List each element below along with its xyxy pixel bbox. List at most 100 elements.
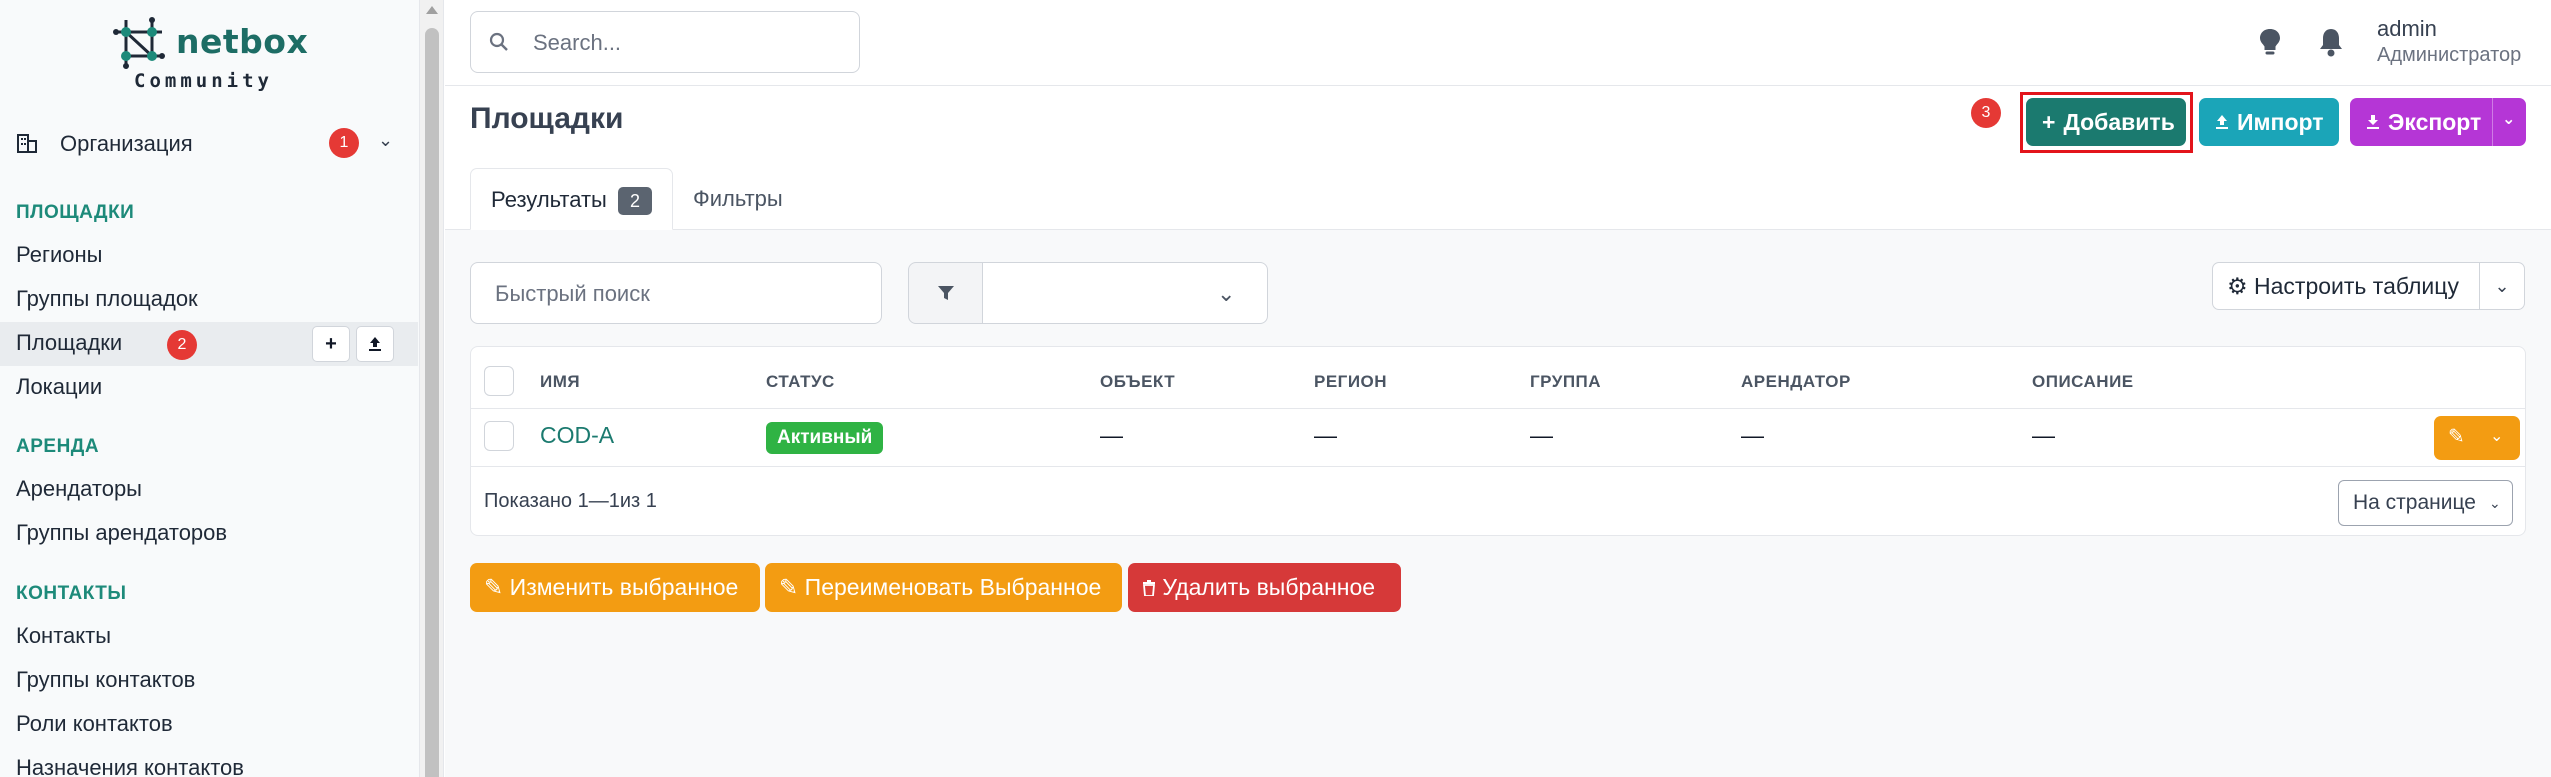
cell-object: —: [1100, 422, 1123, 448]
column-header-region[interactable]: РЕГИОН: [1314, 372, 1387, 392]
user-menu-name[interactable]: admin: [2377, 16, 2437, 42]
sidebar-scrollbar[interactable]: [420, 0, 444, 777]
export-button[interactable]: Экспорт ⌄: [2350, 98, 2526, 146]
pencil-icon: ✎: [484, 574, 504, 600]
bulk-edit-button[interactable]: ✎ Изменить выбранное: [470, 563, 760, 612]
scrollbar-thumb[interactable]: [425, 28, 439, 777]
bulk-delete-label: Удалить выбранное: [1162, 574, 1376, 600]
select-all-checkbox[interactable]: [484, 366, 514, 396]
cell-region: —: [1314, 422, 1337, 448]
step-badge-3: 3: [1971, 98, 2001, 128]
upload-icon: [369, 337, 381, 351]
pencil-icon: ✎: [779, 574, 799, 600]
column-header-name[interactable]: ИМЯ: [540, 372, 580, 392]
bulk-rename-label: Переименовать Выбранное: [804, 574, 1102, 600]
section-header-tenancy: АРЕНДА: [16, 436, 100, 457]
row-edit-button[interactable]: ✎ ⌄: [2434, 416, 2520, 460]
tab-results-count: 2: [618, 187, 652, 215]
bulk-delete-button[interactable]: Удалить выбранное: [1128, 563, 1401, 612]
chevron-down-icon[interactable]: ⌄: [2490, 426, 2503, 446]
add-site-quick-button[interactable]: +: [312, 326, 350, 362]
per-page-label: На странице: [2353, 491, 2476, 514]
column-header-status[interactable]: СТАТУС: [766, 372, 835, 392]
search-icon: [489, 32, 508, 51]
brand-name: netbox: [176, 22, 309, 61]
filter-icon: [938, 286, 954, 300]
sidebar-menu-organization[interactable]: Организация 1 ⌄: [0, 122, 419, 164]
section-header-contacts: КОНТАКТЫ: [16, 583, 127, 604]
export-button-label: Экспорт: [2388, 109, 2482, 135]
sidebar-item-tenant-groups[interactable]: Группы арендаторов: [16, 520, 227, 546]
sidebar-item-contacts[interactable]: Контакты: [16, 623, 111, 649]
bell-icon[interactable]: [2316, 26, 2346, 58]
cell-tenant: —: [1741, 422, 1764, 448]
add-button-label: Добавить: [2063, 109, 2175, 135]
upload-icon: [2216, 115, 2228, 129]
sidebar-item-tenants[interactable]: Арендаторы: [16, 476, 142, 502]
saved-filter-select[interactable]: ⌄: [982, 262, 1268, 324]
row-divider: [471, 466, 2525, 467]
pagination-summary: Показано 1—1из 1: [484, 490, 657, 512]
tab-results[interactable]: Результаты 2: [470, 168, 673, 230]
plus-icon: +: [325, 333, 337, 355]
sidebar-menu-organization-label: Организация: [60, 131, 193, 156]
bulk-rename-button[interactable]: ✎ Переименовать Выбранное: [765, 563, 1122, 612]
sidebar-item-contact-groups[interactable]: Группы контактов: [16, 667, 195, 693]
trash-icon: [1143, 580, 1155, 597]
quick-search-placeholder: Быстрый поиск: [495, 281, 650, 306]
column-header-group[interactable]: ГРУППА: [1530, 372, 1601, 392]
cell-group: —: [1530, 422, 1553, 448]
chevron-down-icon: ⌄: [2494, 276, 2510, 296]
import-site-quick-button[interactable]: [356, 326, 394, 362]
bulk-edit-label: Изменить выбранное: [509, 574, 739, 600]
add-button[interactable]: + Добавить: [2026, 98, 2186, 146]
column-header-object[interactable]: ОБЪЕКТ: [1100, 372, 1175, 392]
export-split-divider: [2492, 98, 2493, 146]
filter-button[interactable]: [908, 262, 984, 324]
search-placeholder: Search...: [533, 30, 622, 55]
chevron-down-icon: ⌄: [2489, 495, 2501, 511]
user-menu-role: Администратор: [2377, 44, 2522, 66]
netbox-logo-icon: [113, 17, 165, 69]
import-button[interactable]: Импорт: [2199, 98, 2339, 146]
sidebar-item-contact-assignments[interactable]: Назначения контактов: [16, 755, 244, 777]
lightbulb-icon[interactable]: [2255, 26, 2285, 58]
import-button-label: Импорт: [2237, 109, 2324, 135]
header-divider: [471, 408, 2525, 409]
gear-icon: ⚙: [2227, 273, 2248, 299]
column-header-description[interactable]: ОПИСАНИЕ: [2032, 372, 2134, 392]
status-badge: Активный: [766, 422, 884, 454]
column-header-tenant[interactable]: АРЕНДАТОР: [1741, 372, 1851, 392]
chevron-down-icon: ⌄: [378, 130, 394, 150]
tab-filters[interactable]: Фильтры: [693, 186, 783, 212]
step-badge-1: 1: [329, 128, 359, 158]
chevron-down-icon: ⌄: [1217, 281, 1236, 306]
scroll-up-arrow-icon[interactable]: [426, 6, 438, 14]
sidebar: netbox Community Организация 1 ⌄ ПЛОЩАДК…: [0, 0, 420, 777]
brand-edition: Community: [134, 70, 273, 92]
step-badge-2: 2: [167, 330, 197, 360]
page-title: Площадки: [470, 102, 624, 135]
site-name-link[interactable]: COD-A: [540, 422, 614, 449]
section-header-sites: ПЛОЩАДКИ: [16, 202, 135, 223]
tab-results-label: Результаты: [491, 187, 607, 212]
configure-table-label: Настроить таблицу: [2254, 273, 2459, 299]
sidebar-item-sites[interactable]: Площадки: [16, 330, 122, 356]
sidebar-item-contact-roles[interactable]: Роли контактов: [16, 711, 173, 737]
download-icon: [2367, 115, 2379, 129]
sidebar-item-regions[interactable]: Регионы: [16, 242, 102, 268]
netbox-logo[interactable]: netbox Community: [112, 16, 312, 92]
sidebar-item-locations[interactable]: Локации: [16, 374, 102, 400]
per-page-select[interactable]: На странице ⌄: [2338, 480, 2513, 526]
quick-search-input[interactable]: Быстрый поиск: [470, 262, 882, 324]
building-icon: [17, 134, 37, 153]
row-checkbox[interactable]: [484, 421, 514, 451]
cell-description: —: [2032, 422, 2055, 448]
pencil-icon: ✎: [2448, 426, 2465, 448]
chevron-down-icon[interactable]: ⌄: [2502, 96, 2515, 144]
global-search-input[interactable]: Search...: [470, 11, 860, 73]
configure-table-dropdown[interactable]: ⌄: [2479, 262, 2525, 310]
plus-icon: +: [2042, 109, 2056, 135]
configure-table-button[interactable]: ⚙ Настроить таблицу: [2212, 262, 2480, 310]
sidebar-item-site-groups[interactable]: Группы площадок: [16, 286, 198, 312]
